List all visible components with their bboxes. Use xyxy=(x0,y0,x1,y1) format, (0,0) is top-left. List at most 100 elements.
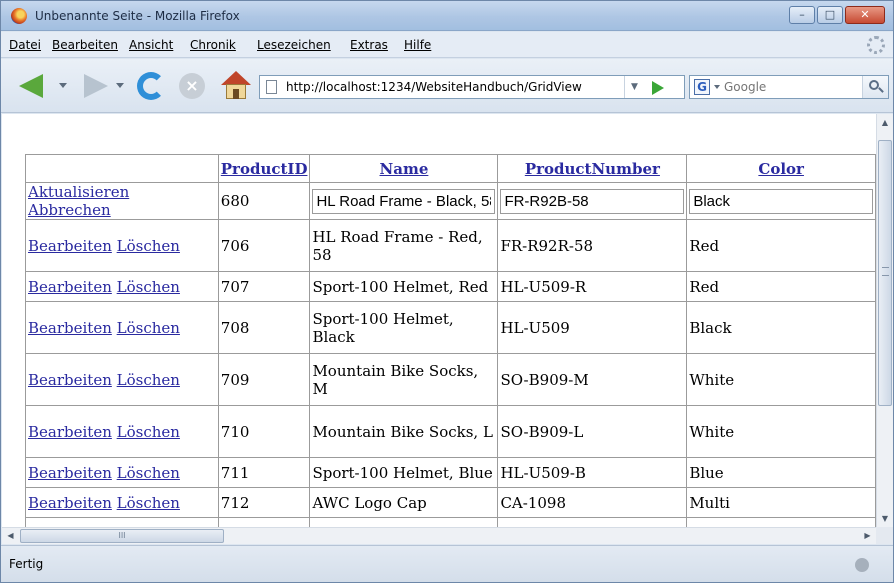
menu-chronik[interactable]: Chronik xyxy=(190,38,236,52)
edit-actions-cell: Aktualisieren Abbrechen xyxy=(25,182,219,220)
close-button[interactable]: ✕ xyxy=(845,6,885,24)
table-row: Bearbeiten Löschen 706 HL Road Frame - R… xyxy=(25,219,876,272)
productnumber-cell: SO-B909-L xyxy=(497,405,688,458)
edit-link[interactable]: Bearbeiten xyxy=(28,278,112,296)
status-text: Fertig xyxy=(9,557,44,571)
menu-extras-label: Extras xyxy=(350,38,388,52)
google-engine-icon[interactable]: G xyxy=(694,79,710,95)
delete-link[interactable]: Löschen xyxy=(117,237,180,255)
firefox-logo-icon xyxy=(11,8,27,24)
edit-link[interactable]: Bearbeiten xyxy=(28,371,112,389)
back-button-icon[interactable] xyxy=(19,74,43,98)
productid-cell: 708 xyxy=(217,301,311,354)
row-actions-cell: Bearbeiten Löschen xyxy=(25,487,219,518)
sort-color-link[interactable]: Color xyxy=(758,160,804,178)
address-bar[interactable]: http://localhost:1234/WebsiteHandbuch/Gr… xyxy=(259,75,685,99)
search-input[interactable] xyxy=(724,80,844,94)
menu-ansicht[interactable]: Ansicht xyxy=(129,38,173,52)
delete-link[interactable]: Löschen xyxy=(117,371,180,389)
sort-name-link[interactable]: Name xyxy=(380,160,429,178)
productnumber-edit-field[interactable] xyxy=(500,188,685,214)
url-history-dropdown-icon[interactable]: ▼ xyxy=(624,76,644,98)
edit-link[interactable]: Bearbeiten xyxy=(28,464,112,482)
forward-button-icon[interactable] xyxy=(84,74,108,98)
menu-bearbeiten[interactable]: Bearbeiten xyxy=(52,38,118,52)
forward-history-dropdown-icon[interactable] xyxy=(116,83,124,88)
window-title: Unbenannte Seite - Mozilla Firefox xyxy=(35,9,240,23)
color-cell: Blue xyxy=(686,457,876,488)
name-edit-field[interactable] xyxy=(312,188,496,214)
productid-cell: 712 xyxy=(217,487,311,518)
go-arrow-icon[interactable] xyxy=(652,81,664,95)
delete-link[interactable]: Löschen xyxy=(117,278,180,296)
row-actions-cell: Bearbeiten Löschen xyxy=(25,271,219,302)
edit-link[interactable]: Bearbeiten xyxy=(28,494,112,512)
productnumber-cell: CA-1098 xyxy=(497,487,688,518)
edit-link[interactable]: Bearbeiten xyxy=(28,423,112,441)
menu-datei[interactable]: Datei xyxy=(9,38,41,52)
edit-link[interactable]: Bearbeiten xyxy=(28,237,112,255)
header-name: Name xyxy=(309,154,499,183)
minimize-button[interactable]: – xyxy=(789,6,815,24)
update-link[interactable]: Aktualisieren xyxy=(28,183,129,201)
edit-color-cell xyxy=(686,182,876,220)
grid-header-row: ProductID Name ProductNumber Color xyxy=(25,154,876,183)
productid-cell: 706 xyxy=(217,219,311,272)
row-actions-cell: Bearbeiten Löschen xyxy=(25,219,219,272)
delete-link[interactable]: Löschen xyxy=(117,423,180,441)
menu-hilfe[interactable]: Hilfe xyxy=(404,38,431,52)
search-bar[interactable]: G xyxy=(689,75,889,99)
productnumber-cell: SO-B909-M xyxy=(497,353,688,406)
scrollbar-corner xyxy=(876,527,893,544)
cancel-link[interactable]: Abbrechen xyxy=(28,201,111,219)
delete-link[interactable]: Löschen xyxy=(117,319,180,337)
table-row: Bearbeiten Löschen 707 Sport-100 Helmet,… xyxy=(25,271,876,302)
edit-id-cell: 680 xyxy=(217,182,311,220)
scroll-left-arrow-icon[interactable]: ◀ xyxy=(2,528,19,544)
edit-link[interactable]: Bearbeiten xyxy=(28,319,112,337)
stop-icon[interactable]: × xyxy=(179,73,205,99)
home-icon[interactable] xyxy=(221,71,251,101)
productnumber-cell: HL-U509 xyxy=(497,301,688,354)
delete-link[interactable]: Löschen xyxy=(117,464,180,482)
vertical-scroll-thumb[interactable] xyxy=(878,140,892,406)
menu-lesezeichen[interactable]: Lesezeichen xyxy=(257,38,331,52)
reload-icon[interactable] xyxy=(137,72,165,100)
vertical-scrollbar[interactable]: ▲ ▼ xyxy=(876,114,893,527)
url-text[interactable]: http://localhost:1234/WebsiteHandbuch/Gr… xyxy=(286,80,616,94)
menu-ansicht-label: Ansicht xyxy=(129,38,174,52)
color-cell: Multi xyxy=(686,487,876,518)
scroll-down-arrow-icon[interactable]: ▼ xyxy=(877,510,893,527)
color-edit-field[interactable] xyxy=(689,188,873,214)
name-cell: Mountain Bike Socks, M xyxy=(309,353,499,406)
productid-cell: 709 xyxy=(217,353,311,406)
edit-number-cell xyxy=(497,182,688,220)
scroll-up-arrow-icon[interactable]: ▲ xyxy=(877,114,893,131)
horizontal-scrollbar[interactable]: ◀ III ▶ xyxy=(2,527,876,544)
scroll-right-arrow-icon[interactable]: ▶ xyxy=(859,528,876,544)
back-history-dropdown-icon[interactable] xyxy=(59,83,67,88)
header-actions xyxy=(25,154,219,183)
search-button[interactable] xyxy=(862,76,888,98)
row-actions-cell: Bearbeiten Löschen xyxy=(25,353,219,406)
horizontal-scroll-thumb[interactable]: III xyxy=(20,529,224,543)
color-cell: White xyxy=(686,353,876,406)
sort-productid-link[interactable]: ProductID xyxy=(221,160,308,178)
productnumber-cell: HL-U509-B xyxy=(497,457,688,488)
menu-bar: Datei Bearbeiten Ansicht Chronik Lesezei… xyxy=(1,32,893,58)
productid-cell: 710 xyxy=(217,405,311,458)
delete-link[interactable]: Löschen xyxy=(117,494,180,512)
table-row: Bearbeiten Löschen 708 Sport-100 Helmet,… xyxy=(25,301,876,354)
status-indicator-icon xyxy=(855,558,869,572)
maximize-button[interactable]: □ xyxy=(817,6,843,24)
menu-extras[interactable]: Extras xyxy=(350,38,388,52)
row-actions-cell: Bearbeiten Löschen xyxy=(25,405,219,458)
title-bar: Unbenannte Seite - Mozilla Firefox – □ ✕ xyxy=(1,1,893,31)
productnumber-cell: HL-U509-R xyxy=(497,271,688,302)
search-engine-dropdown-icon[interactable] xyxy=(714,85,720,89)
sort-productnumber-link[interactable]: ProductNumber xyxy=(525,160,660,178)
productid-cell: 711 xyxy=(217,457,311,488)
header-productid: ProductID xyxy=(217,154,311,183)
name-cell: AWC Logo Cap xyxy=(309,487,499,518)
color-cell: Red xyxy=(686,219,876,272)
